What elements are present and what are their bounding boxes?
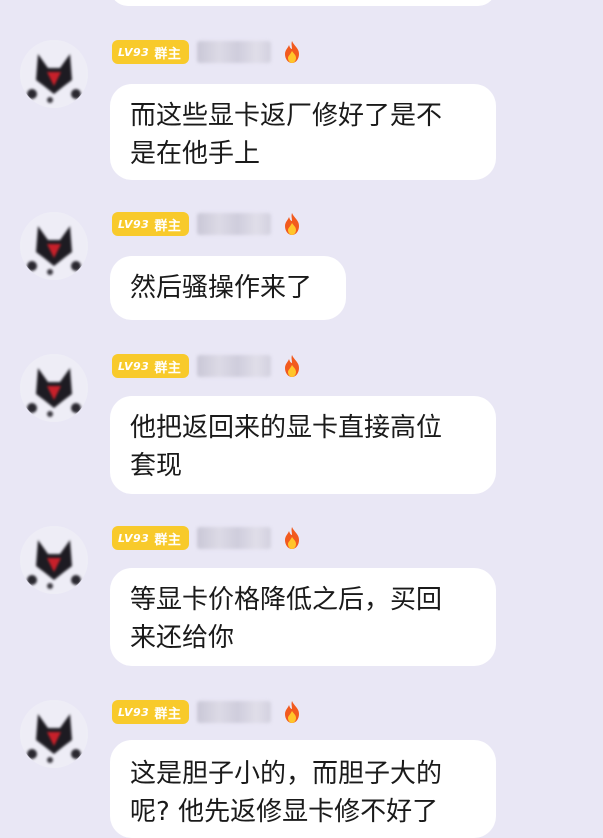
role-label: 群主 xyxy=(154,218,182,234)
message-line: 来还给你 xyxy=(130,623,235,653)
sender-name-blurred[interactable] xyxy=(197,527,272,549)
level-label: LV93 xyxy=(118,217,150,231)
message-bubble[interactable]: 等显卡价格降低之后，买回 来还给你 xyxy=(110,568,496,666)
member-badge[interactable]: LV93 群主 xyxy=(112,212,190,236)
level-label: LV93 xyxy=(118,705,150,719)
avatar[interactable] xyxy=(20,354,88,422)
level-label: LV93 xyxy=(118,359,150,373)
avatar[interactable] xyxy=(20,526,88,594)
member-badge[interactable]: LV93 群主 xyxy=(112,40,190,64)
sender-name-blurred[interactable] xyxy=(197,41,272,63)
role-label: 群主 xyxy=(154,532,182,548)
fire-icon xyxy=(285,527,300,549)
message-header: LV93 群主 xyxy=(112,525,305,551)
chat-area: LV93 群主 而这些显卡返厂修好了是不 是在他手上 LV93 群主 然后骚操作… xyxy=(0,0,603,838)
sender-name-blurred[interactable] xyxy=(197,701,272,723)
message-header: LV93 群主 xyxy=(112,353,305,379)
message-line: 等显卡价格降低之后，买回 xyxy=(130,585,443,615)
message-bubble[interactable]: 而这些显卡返厂修好了是不 是在他手上 xyxy=(110,84,496,180)
message-line: 呢? 他先返修显卡修不好了 xyxy=(130,797,439,827)
message-line: 这是胆子小的，而胆子大的 xyxy=(130,759,443,789)
message-line: 而这些显卡返厂修好了是不 xyxy=(130,101,443,131)
message-line: 套现 xyxy=(130,451,183,481)
avatar[interactable] xyxy=(20,700,88,768)
message-header: LV93 群主 xyxy=(112,699,305,725)
fire-icon xyxy=(285,41,300,63)
avatar[interactable] xyxy=(20,212,88,280)
previous-message-bubble[interactable] xyxy=(110,0,496,6)
avatar[interactable] xyxy=(20,40,88,108)
member-badge[interactable]: LV93 群主 xyxy=(112,526,190,550)
message-header: LV93 群主 xyxy=(112,211,305,237)
message-bubble[interactable]: 他把返回来的显卡直接高位 套现 xyxy=(110,396,496,494)
role-label: 群主 xyxy=(154,706,182,722)
sender-name-blurred[interactable] xyxy=(197,213,272,235)
member-badge[interactable]: LV93 群主 xyxy=(112,700,190,724)
role-label: 群主 xyxy=(154,46,182,62)
fire-icon xyxy=(285,701,300,723)
fire-icon xyxy=(285,213,300,235)
message-line: 然后骚操作来了 xyxy=(130,273,313,303)
level-label: LV93 xyxy=(118,45,150,59)
message-line: 是在他手上 xyxy=(130,139,261,169)
level-label: LV93 xyxy=(118,531,150,545)
message-line: 他把返回来的显卡直接高位 xyxy=(130,413,443,443)
fire-icon xyxy=(285,355,300,377)
member-badge[interactable]: LV93 群主 xyxy=(112,354,190,378)
role-label: 群主 xyxy=(154,360,182,376)
message-bubble[interactable]: 然后骚操作来了 xyxy=(110,256,346,320)
sender-name-blurred[interactable] xyxy=(197,355,272,377)
message-header: LV93 群主 xyxy=(112,39,305,65)
message-bubble[interactable]: 这是胆子小的，而胆子大的 呢? 他先返修显卡修不好了 xyxy=(110,740,496,838)
